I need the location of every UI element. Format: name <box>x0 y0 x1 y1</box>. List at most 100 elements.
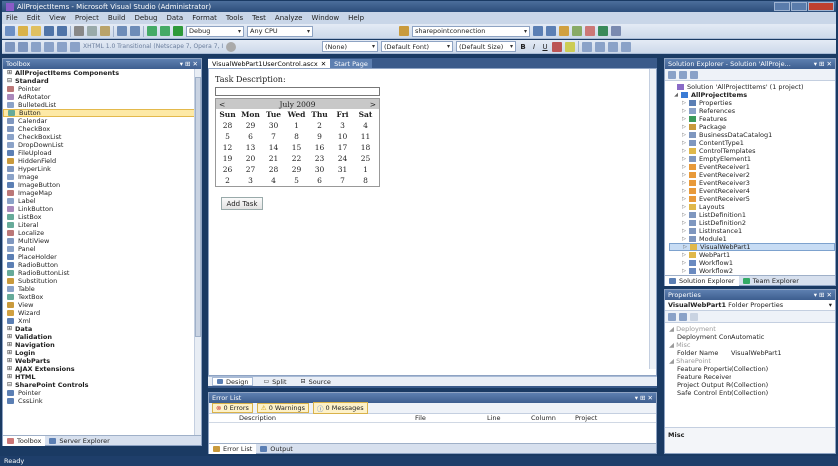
toolbox-group[interactable]: ⊞ WebParts <box>3 357 201 365</box>
toolbox-item-hiddenfield[interactable]: HiddenField <box>3 157 201 165</box>
toolbox-item-table[interactable]: Table <box>3 285 201 293</box>
toolbox-item-hyperlink[interactable]: HyperLink <box>3 165 201 173</box>
expander-icon[interactable]: ⊟ <box>7 381 13 389</box>
calendar-day[interactable]: 2 <box>308 120 331 131</box>
calendar-day[interactable]: 2 <box>216 175 239 186</box>
solution-item-eventreceiver4[interactable]: ▷ EventReceiver4 <box>669 187 835 195</box>
calendar-day[interactable]: 21 <box>262 153 285 164</box>
toolbox-item-view[interactable]: View <box>3 301 201 309</box>
expander-icon[interactable]: ▷ <box>681 267 687 274</box>
column-project[interactable]: Project <box>575 414 625 422</box>
expander-icon[interactable]: ▷ <box>681 163 687 171</box>
solution-item-eventreceiver3[interactable]: ▷ EventReceiver3 <box>669 179 835 187</box>
copy-icon[interactable] <box>87 26 97 36</box>
toolbox-group[interactable]: ⊞ Navigation <box>3 341 201 349</box>
expander-icon[interactable]: ▷ <box>681 131 687 139</box>
expander-icon[interactable]: ▷ <box>681 195 687 203</box>
toolbox-item-bulletedlist[interactable]: BulletedList <box>3 101 201 109</box>
expander-icon[interactable]: ▷ <box>681 235 687 243</box>
toolbox-item-substitution[interactable]: Substitution <box>3 277 201 285</box>
calendar-day[interactable]: 27 <box>239 164 262 175</box>
align-icon[interactable] <box>582 41 592 52</box>
expander-icon[interactable]: ▷ <box>681 115 687 123</box>
toolbox-item-listbox[interactable]: ListBox <box>3 213 201 221</box>
navigate-forward-icon[interactable] <box>160 26 170 36</box>
expander-icon[interactable]: ◢ <box>673 91 679 99</box>
object-browser-icon[interactable] <box>572 26 582 36</box>
expander-icon[interactable]: ⊞ <box>7 333 13 341</box>
toolbox-item-checkbox[interactable]: CheckBox <box>3 125 201 133</box>
expander-icon[interactable]: ▷ <box>681 227 687 235</box>
calendar-day[interactable]: 12 <box>216 142 239 153</box>
calendar-day[interactable]: 29 <box>285 164 308 175</box>
menu-file[interactable]: File <box>6 14 18 22</box>
save-all-icon[interactable] <box>57 26 67 36</box>
solution-item-properties[interactable]: ▷ Properties <box>669 99 835 107</box>
toolbox-item-dropdownlist[interactable]: DropDownList <box>3 141 201 149</box>
menu-edit[interactable]: Edit <box>27 14 41 22</box>
expander-icon[interactable]: ▷ <box>681 155 687 163</box>
calendar-day[interactable]: 4 <box>262 175 285 186</box>
expander-icon[interactable]: ⊞ <box>7 357 13 365</box>
warnings-filter-button[interactable]: ⚠ 0 Warnings <box>256 403 310 413</box>
close-tab-icon[interactable]: ✕ <box>321 60 326 68</box>
toolbox-tab[interactable]: Toolbox <box>3 436 46 446</box>
add-task-button[interactable]: Add Task <box>221 197 263 210</box>
toolbox-item-pointer[interactable]: Pointer <box>3 85 201 93</box>
add-item-icon[interactable] <box>18 26 28 36</box>
toolbox-group[interactable]: ⊟ Standard <box>3 77 201 85</box>
open-file-icon[interactable] <box>31 26 41 36</box>
project-node[interactable]: ◢ AllProjectItems <box>669 91 835 99</box>
uncomment-icon[interactable] <box>70 41 80 52</box>
output-tab[interactable]: Output <box>256 444 297 454</box>
toolbox-scrollbar[interactable] <box>194 69 201 435</box>
toolbox-group[interactable]: ⊟ SharePoint Controls <box>3 381 201 389</box>
toolbox-item-label[interactable]: Label <box>3 197 201 205</box>
toolbox-item-panel[interactable]: Panel <box>3 245 201 253</box>
menu-test[interactable]: Test <box>252 14 266 22</box>
toolbox-item-wizard[interactable]: Wizard <box>3 309 201 317</box>
toolbox-item-xml[interactable]: Xml <box>3 317 201 325</box>
solution-item-workflow2[interactable]: ▷ Workflow2 <box>669 267 835 274</box>
calendar-day[interactable]: 22 <box>285 153 308 164</box>
show-all-files-icon[interactable] <box>679 70 687 79</box>
expander-icon[interactable]: ⊞ <box>7 341 13 349</box>
solution-explorer-pin-icon[interactable]: ▾ ⊞ ✕ <box>814 60 832 68</box>
solution-item-module1[interactable]: ▷ Module1 <box>669 235 835 243</box>
toolbox-item-csslink[interactable]: CssLink <box>3 397 201 405</box>
calendar-day[interactable]: 23 <box>308 153 331 164</box>
expander-icon[interactable]: ▷ <box>682 244 688 250</box>
toolbox-item-pointer[interactable]: Pointer <box>3 389 201 397</box>
solution-item-package[interactable]: ▷ Package <box>669 123 835 131</box>
calendar-day[interactable]: 5 <box>285 175 308 186</box>
find-icon[interactable] <box>533 26 543 36</box>
highlight-icon[interactable] <box>565 41 575 52</box>
design-view-tab[interactable]: Design <box>212 377 254 386</box>
property-pages-icon[interactable] <box>690 312 698 321</box>
toolbox-group[interactable]: ⊞ Login <box>3 349 201 357</box>
more-icon[interactable] <box>611 26 621 36</box>
menu-format[interactable]: Format <box>192 14 217 22</box>
server-explorer-tab[interactable]: Server Explorer <box>45 436 113 446</box>
menu-data[interactable]: Data <box>166 14 183 22</box>
expander-icon[interactable]: ▷ <box>681 179 687 187</box>
category-sharepoint[interactable]: ◢ SharePoint <box>665 357 835 365</box>
toolbox-group[interactable]: ⊞ Validation <box>3 333 201 341</box>
maximize-button[interactable] <box>791 2 807 11</box>
solution-item-references[interactable]: ▷ References <box>669 107 835 115</box>
find-box[interactable]: sharepointconnection <box>412 25 530 37</box>
toolbox-item-checkboxlist[interactable]: CheckBoxList <box>3 133 201 141</box>
tab-visualwebpart1usercontrol[interactable]: VisualWebPart1UserControl.ascx ✕ <box>208 59 331 68</box>
expander-icon[interactable]: ▷ <box>681 211 687 219</box>
new-project-icon[interactable] <box>5 26 15 36</box>
font-select[interactable]: (Default Font) <box>381 41 453 52</box>
toolbox-item-radiobuttonlist[interactable]: RadioButtonList <box>3 269 201 277</box>
font-size-select[interactable]: (Default Size) <box>456 41 516 52</box>
calendar-day[interactable]: 4 <box>354 120 377 131</box>
categorized-icon[interactable] <box>668 312 676 321</box>
expander-icon[interactable]: ▷ <box>681 99 687 107</box>
undo-icon[interactable] <box>117 26 127 36</box>
toolbox-item-button[interactable]: Button <box>3 109 201 117</box>
calendar-day[interactable]: 7 <box>331 175 354 186</box>
calendar-day[interactable]: 3 <box>331 120 354 131</box>
